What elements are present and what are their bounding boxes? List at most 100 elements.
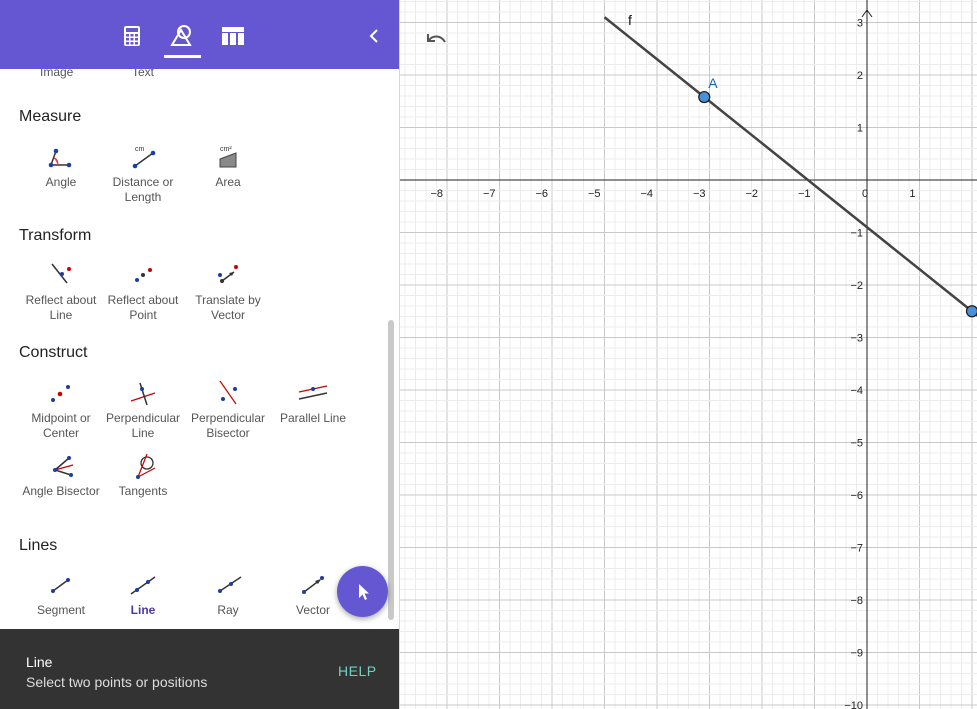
tool-label-line2: Point (129, 308, 157, 322)
tool-label: Angle (45, 175, 77, 189)
panel-header (0, 0, 399, 69)
tool-label: Angle Bisector (22, 484, 100, 498)
y-tick-label: −2 (850, 280, 863, 292)
help-button[interactable]: HELP (338, 663, 377, 679)
tool-angle[interactable]: Angle (20, 141, 102, 190)
tool-label-text: Text (132, 69, 155, 79)
parallel-line-icon (298, 385, 328, 400)
tool-line[interactable]: Line (102, 569, 184, 618)
midpoint-icon (51, 385, 70, 402)
section-transform: Transform (19, 227, 92, 244)
chevron-left-icon[interactable] (363, 24, 387, 48)
cursor-icon (358, 583, 369, 600)
tool-label: Midpoint or (31, 411, 91, 425)
section-construct: Construct (19, 344, 88, 361)
y-tick-label: −9 (850, 648, 863, 660)
section-measure: Measure (19, 108, 82, 125)
tool-help-bar: Line Select two points or positions HELP (0, 629, 399, 709)
table-icon[interactable] (219, 22, 247, 50)
y-tick-label: 2 (857, 70, 863, 82)
tool-label-line2: Vector (210, 308, 246, 322)
line-f-label: f (628, 12, 632, 28)
help-tool-name: Line (26, 654, 53, 670)
perpendicular-bisector-icon (219, 380, 237, 405)
tool-label: Perpendicular (105, 411, 181, 425)
tool-label-line2: Line (131, 426, 155, 440)
help-tool-description: Select two points or positions (26, 674, 208, 690)
tool-label: Distance or (112, 175, 174, 189)
y-tick-label: −10 (844, 700, 863, 709)
app-window: −8 −7 −6 −5 −4 −3 −2 −1 0 1 3 2 1 −1 −2 −3 −4 −5 −6 −7 −8 −9−… (0, 0, 977, 709)
tool-label-line2: Length (124, 190, 162, 204)
tool-label-line2: Line (49, 308, 73, 322)
calculator-icon[interactable] (118, 22, 146, 50)
tool-label-line2: Bisector (206, 426, 250, 440)
y-tick-label: −6 (850, 490, 863, 502)
angle-bisector-icon (53, 456, 74, 477)
tool-label: Area (215, 175, 241, 189)
tool-translate-vector[interactable]: Translate by Vector (187, 259, 269, 323)
y-tick-label: −8 (850, 595, 863, 607)
tool-distance[interactable]: cm Distance or Length (102, 141, 184, 205)
distance-icon: cm (132, 146, 156, 169)
tool-label: Translate by (195, 293, 261, 307)
x-tick-label: −3 (693, 188, 706, 200)
translate-vector-icon (218, 265, 238, 283)
tool-area[interactable]: cm² Area (187, 141, 269, 190)
tool-segment[interactable]: Segment (20, 569, 102, 618)
active-tab-indicator (164, 55, 201, 58)
y-tick-label: −4 (850, 385, 863, 397)
tool-label: Reflect about (25, 293, 97, 307)
segment-icon (51, 578, 70, 593)
move-tool-button[interactable] (337, 566, 388, 617)
tool-tangents[interactable]: Tangents (102, 450, 184, 499)
tool-perpendicular-bisector[interactable]: Perpendicular Bisector (187, 377, 269, 441)
y-tick-label: −1 (850, 228, 863, 240)
perpendicular-line-icon (130, 382, 156, 406)
y-tick-label: −7 (850, 543, 863, 555)
y-tick-label: −5 (850, 438, 863, 450)
tool-reflect-line[interactable]: Reflect about Line (20, 259, 102, 323)
y-tick-label: 3 (857, 18, 863, 30)
angle-icon (48, 148, 72, 168)
area-icon: cm² (219, 146, 237, 168)
x-tick-label: −5 (588, 188, 601, 200)
point-a[interactable] (698, 90, 711, 104)
cm-text: cm (135, 146, 145, 153)
tool-ray[interactable]: Ray (187, 569, 269, 618)
line-icon (130, 576, 156, 595)
point-a-label: A (708, 75, 718, 91)
tool-angle-bisector[interactable]: Angle Bisector (20, 450, 102, 499)
x-tick-label: −2 (745, 188, 758, 200)
tool-label: Perpendicular (190, 411, 266, 425)
x-tick-label: −8 (430, 188, 443, 200)
x-tick-label: −4 (640, 188, 653, 200)
tools-icon[interactable] (168, 22, 196, 50)
tool-perpendicular-line[interactable]: Perpendicular Line (102, 377, 184, 441)
point-b[interactable] (965, 305, 977, 318)
x-tick-label: −1 (798, 188, 811, 200)
x-tick-label: 1 (909, 188, 915, 200)
tool-label: Parallel Line (279, 411, 347, 425)
tool-list: Image Text Measure Angle cm Distance or (0, 69, 392, 629)
tool-label-line2: Center (42, 426, 80, 440)
reflect-point-icon (135, 268, 152, 282)
graphics-view[interactable]: −8 −7 −6 −5 −4 −3 −2 −1 0 1321−1−2−3−4−5−6−7−8−9−… (400, 0, 977, 709)
scrollbar-thumb[interactable] (388, 320, 394, 620)
ray-icon (218, 576, 242, 593)
tool-parallel-line[interactable]: Parallel Line (272, 377, 354, 426)
y-tick-label: 1 (857, 123, 863, 135)
undo-icon[interactable] (424, 30, 448, 50)
tool-midpoint[interactable]: Midpoint or Center (20, 377, 102, 441)
tool-label: Tangents (118, 484, 168, 498)
tangents-icon (136, 453, 156, 479)
tool-label: Segment (36, 603, 86, 617)
cm2-text: cm² (220, 146, 232, 153)
tool-reflect-point[interactable]: Reflect about Point (102, 259, 184, 323)
tool-label: Line (130, 603, 156, 617)
section-lines: Lines (19, 537, 58, 554)
y-tick-label: −3 (850, 333, 863, 345)
tool-label-image: Image (40, 69, 74, 79)
tool-label: Ray (217, 603, 239, 617)
x-tick-label: −7 (483, 188, 496, 200)
